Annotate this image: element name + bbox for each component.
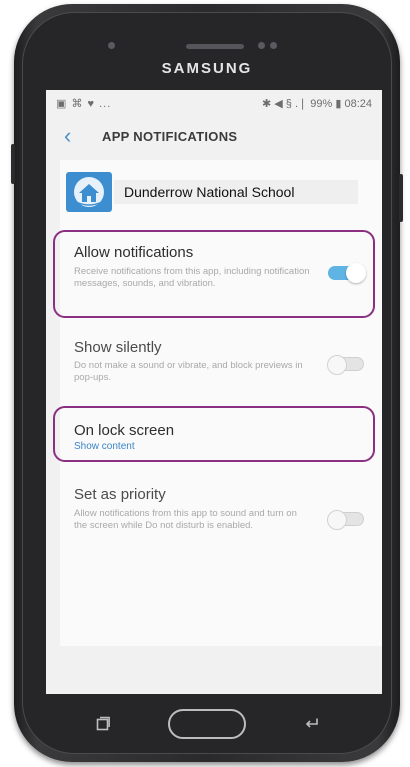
show-silently-toggle[interactable] xyxy=(327,355,364,375)
settings-card: Dunderrow National School Allow notifica… xyxy=(60,160,382,646)
allow-notifications-row[interactable]: Allow notifications Receive notification… xyxy=(60,230,382,310)
row-title: Set as priority xyxy=(74,486,166,503)
school-icon xyxy=(66,172,112,212)
status-right-text: ✱ ◀ § .❘ 99% ▮ 08:24 xyxy=(262,98,372,110)
nav-bar xyxy=(14,698,400,762)
app-name: Dunderrow National School xyxy=(114,180,358,204)
sensor-icon xyxy=(108,42,115,49)
show-silently-row[interactable]: Show silently Do not make a sound or vib… xyxy=(60,325,382,389)
row-description: Receive notifications from this app, inc… xyxy=(74,266,310,289)
phone-frame: SAMSUNG ▣ ⌘ ♥ ... ✱ ◀ § .❘ 99% ▮ 08:24 ‹… xyxy=(11,4,403,762)
proximity-sensor-icon xyxy=(270,42,277,49)
back-key-icon[interactable] xyxy=(304,714,320,730)
speaker-grille xyxy=(186,44,244,49)
allow-notifications-toggle[interactable] xyxy=(328,263,366,283)
app-bar: ‹ APP NOTIFICATIONS xyxy=(46,116,382,160)
row-description: Allow notifications from this app to sou… xyxy=(74,508,297,531)
app-info-row: Dunderrow National School xyxy=(60,160,382,224)
row-title: On lock screen xyxy=(74,422,175,439)
chevron-left-icon[interactable]: ‹ xyxy=(64,124,71,148)
power-button xyxy=(399,174,403,222)
row-subtitle: Show content xyxy=(74,441,135,452)
home-button[interactable] xyxy=(168,709,246,739)
toggle-knob xyxy=(346,263,366,283)
screen: ▣ ⌘ ♥ ... ✱ ◀ § .❘ 99% ▮ 08:24 ‹ APP NOT… xyxy=(46,90,382,694)
lock-screen-row[interactable]: On lock screen Show content xyxy=(60,410,382,458)
row-description: Do not make a sound or vibrate, and bloc… xyxy=(74,360,303,383)
page-title: APP NOTIFICATIONS xyxy=(102,129,238,144)
status-left-icons: ▣ ⌘ ♥ ... xyxy=(56,98,112,110)
toggle-knob xyxy=(327,510,347,530)
status-bar: ▣ ⌘ ♥ ... ✱ ◀ § .❘ 99% ▮ 08:24 xyxy=(46,90,382,116)
set-as-priority-row[interactable]: Set as priority Allow notifications from… xyxy=(60,472,382,562)
set-as-priority-toggle[interactable] xyxy=(327,510,364,530)
camera-icon xyxy=(258,42,265,49)
volume-button xyxy=(11,144,15,184)
toggle-knob xyxy=(327,355,347,375)
row-title: Allow notifications xyxy=(74,244,194,261)
row-title: Show silently xyxy=(74,339,162,356)
recent-apps-icon[interactable] xyxy=(95,716,110,732)
brand-logo: SAMSUNG xyxy=(161,60,253,77)
